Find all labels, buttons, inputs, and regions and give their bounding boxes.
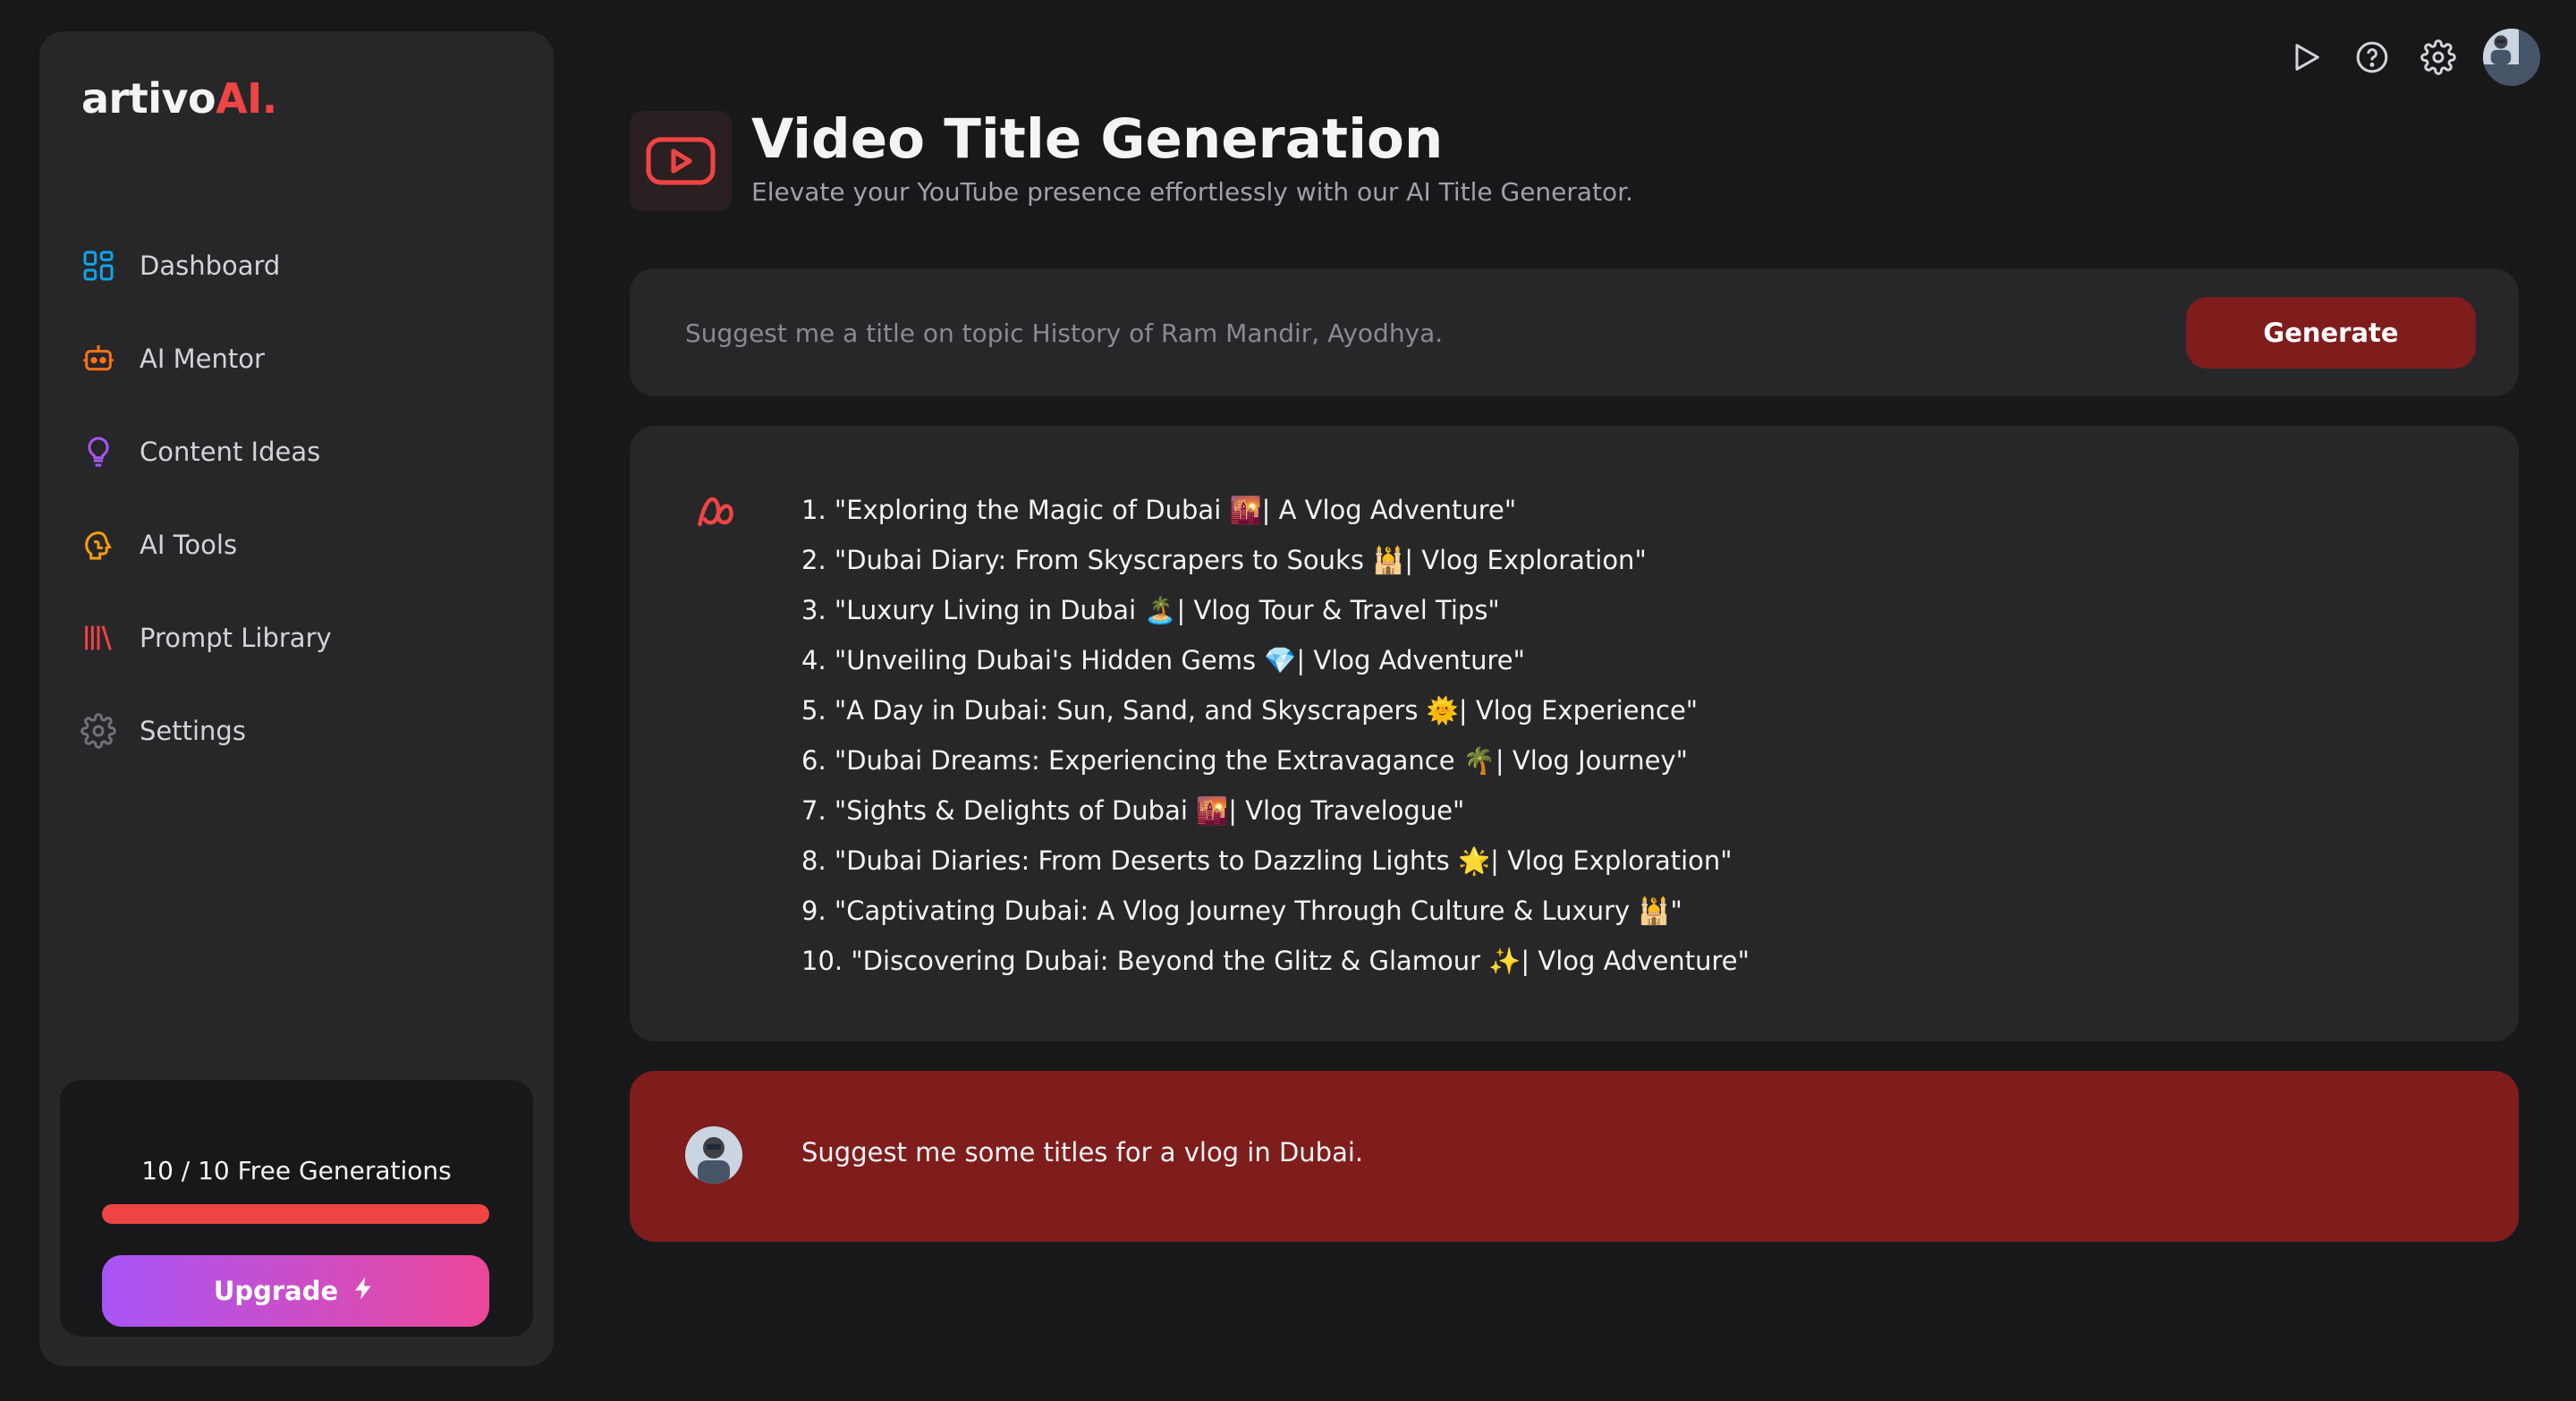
list-item: 4. "Unveiling Dubai's Hidden Gems 💎| Vlo…	[801, 645, 1525, 675]
sidebar-item-ai-tools[interactable]: AI Tools	[79, 498, 526, 591]
library-icon	[79, 618, 118, 658]
sidebar-item-prompt-library[interactable]: Prompt Library	[79, 591, 526, 684]
usage-card: 10 / 10 Free Generations Upgrade	[60, 1080, 533, 1337]
robot-icon	[79, 339, 118, 378]
sidebar: artivoAI. Dashboard AI Mentor Content Id…	[39, 31, 554, 1366]
gear-icon[interactable]	[2417, 36, 2460, 79]
grid-icon	[79, 246, 118, 285]
avatar	[685, 1126, 742, 1184]
list-item: 5. "A Day in Dubai: Sun, Sand, and Skysc…	[801, 695, 1699, 726]
sidebar-item-label: Settings	[140, 716, 246, 746]
ai-logo-icon	[698, 497, 733, 527]
prompt-bar: Generate	[630, 268, 2519, 396]
top-toolbar	[2284, 29, 2540, 86]
usage-progress-fill	[102, 1204, 489, 1224]
usage-label: 10 / 10 Free Generations	[141, 1156, 452, 1185]
play-icon[interactable]	[2284, 36, 2327, 79]
brand-accent: AI.	[216, 74, 277, 123]
sidebar-item-settings[interactable]: Settings	[79, 684, 526, 777]
list-item: 10. "Discovering Dubai: Beyond the Glitz…	[801, 946, 1750, 976]
upgrade-button[interactable]: Upgrade	[102, 1255, 489, 1327]
usage-progress-bar	[102, 1204, 489, 1224]
user-message-text: Suggest me some titles for a vlog in Dub…	[801, 1137, 1364, 1168]
page-title: Video Title Generation	[751, 107, 1444, 171]
help-icon[interactable]	[2351, 36, 2394, 79]
sidebar-nav: Dashboard AI Mentor Content Ideas AI Too…	[79, 219, 526, 777]
prompt-input[interactable]	[683, 301, 2029, 365]
brand-name: artivo	[81, 74, 216, 123]
sidebar-item-label: AI Mentor	[140, 344, 265, 374]
brain-icon	[79, 525, 118, 565]
page-subtitle: Elevate your YouTube presence effortless…	[751, 177, 1634, 207]
sidebar-item-label: Dashboard	[140, 250, 281, 281]
sidebar-item-label: AI Tools	[140, 530, 238, 560]
list-item: 6. "Dubai Dreams: Experiencing the Extra…	[801, 745, 1688, 776]
list-item: 8. "Dubai Diaries: From Deserts to Dazzl…	[801, 845, 1733, 876]
lightning-icon	[351, 1275, 377, 1308]
list-item: 9. "Captivating Dubai: A Vlog Journey Th…	[801, 896, 1682, 926]
list-item: 7. "Sights & Delights of Dubai 🌇| Vlog T…	[801, 795, 1465, 826]
user-message: Suggest me some titles for a vlog in Dub…	[630, 1071, 2519, 1242]
response-card: 1. "Exploring the Magic of Dubai 🌇| A Vl…	[630, 426, 2519, 1041]
sidebar-item-content-ideas[interactable]: Content Ideas	[79, 405, 526, 498]
list-item: 3. "Luxury Living in Dubai 🏝️| Vlog Tour…	[801, 595, 1500, 625]
sidebar-item-label: Content Ideas	[140, 437, 321, 467]
sidebar-item-dashboard[interactable]: Dashboard	[79, 219, 526, 312]
list-item: 1. "Exploring the Magic of Dubai 🌇| A Vl…	[801, 495, 1517, 525]
list-item: 2. "Dubai Diary: From Skyscrapers to Sou…	[801, 545, 1647, 575]
youtube-icon	[630, 111, 732, 211]
generate-button[interactable]: Generate	[2186, 297, 2476, 369]
brand-logo[interactable]: artivoAI.	[81, 74, 277, 123]
title-list: 1. "Exploring the Magic of Dubai 🌇| A Vl…	[801, 485, 1750, 986]
upgrade-label: Upgrade	[213, 1276, 339, 1306]
sidebar-item-ai-mentor[interactable]: AI Mentor	[79, 312, 526, 405]
gear-icon	[79, 711, 118, 751]
sidebar-item-label: Prompt Library	[140, 623, 332, 653]
avatar[interactable]	[2483, 29, 2540, 86]
lightbulb-icon	[79, 432, 118, 471]
